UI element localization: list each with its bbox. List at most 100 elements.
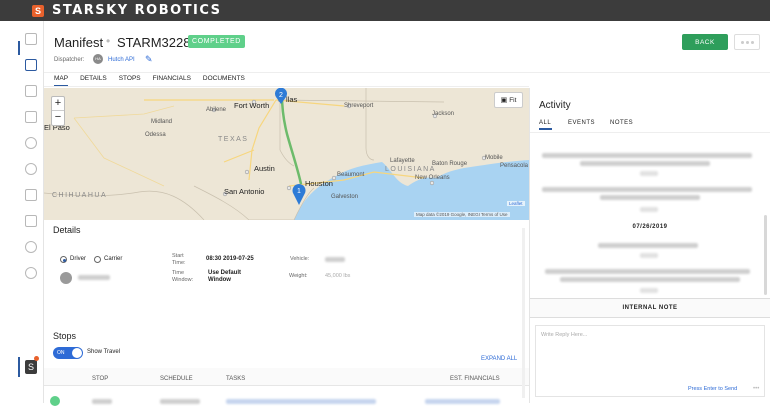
activity-entry-2-line-1 [542, 187, 752, 192]
expand-all-link[interactable]: EXPAND ALL [481, 356, 517, 362]
map-label-san-antonio: San Antonio [224, 187, 265, 196]
user-avatar-icon[interactable]: S [25, 360, 37, 374]
activity-entry-3-time [640, 253, 658, 258]
map-marker-1[interactable]: 1 [292, 183, 306, 205]
activity-scrollbar[interactable] [764, 215, 767, 295]
activity-tab-events[interactable]: EVENTS [568, 120, 595, 126]
map-zoom-control: + − [51, 96, 65, 126]
marker-1-label: 1 [297, 188, 301, 195]
driver-label: Driver [70, 256, 86, 262]
send-hint: Press Enter to Send [688, 386, 738, 392]
col-stop: STOP [92, 376, 109, 382]
activity-entry-3-line-1 [598, 243, 698, 248]
chart-icon[interactable] [25, 215, 37, 227]
time-window-value: Use Default Window [208, 270, 242, 283]
tab-details[interactable]: DETAILS [80, 75, 107, 86]
map-label-beaumont: Beaumont [337, 172, 365, 178]
map-label-abilene: Abilene [206, 107, 227, 113]
activity-entry-2-line-2 [600, 195, 700, 200]
map-label-lafayette: Lafayette [390, 158, 415, 164]
clipboard-icon[interactable] [25, 33, 37, 45]
map-marker-2[interactable]: 2 [274, 88, 288, 104]
toggle-on-label: ON [57, 350, 65, 356]
note-options-icon[interactable]: ••• [753, 386, 759, 392]
gear-icon[interactable] [25, 267, 37, 279]
map-label-pensacola: Pensacola [500, 163, 529, 169]
activity-tab-notes[interactable]: NOTES [610, 120, 633, 126]
map-label-chihuahua: CHIHUAHUA [52, 192, 108, 199]
weight-value: 45,000 lbs [325, 273, 351, 279]
leaflet-link[interactable]: Leaflet [507, 201, 525, 206]
route-map[interactable] [44, 88, 529, 220]
stops-heading: Stops [53, 331, 77, 341]
globe-icon[interactable] [25, 163, 37, 175]
truck-icon[interactable] [25, 189, 37, 201]
back-button[interactable]: BACK [682, 34, 728, 50]
file-icon[interactable] [25, 111, 37, 123]
internal-note-placeholder: Write Reply Here... [541, 332, 588, 338]
map-label-austin: Austin [254, 164, 275, 173]
active-indicator [18, 41, 20, 55]
zoom-out-button[interactable]: − [52, 111, 64, 125]
map-attribution[interactable]: Map data ©2019 Google, INEGI Terms of Us… [414, 212, 510, 217]
tasks-row-blur [226, 399, 376, 404]
map-label-texas: TEXAS [218, 136, 249, 143]
document-icon[interactable] [25, 85, 37, 97]
activity-entry-2-time [640, 207, 658, 212]
zoom-in-button[interactable]: + [52, 97, 64, 111]
map-label-shreveport: Shreveport [344, 103, 374, 109]
marker-2-label: 2 [279, 92, 283, 99]
activity-entry-4-line-2 [560, 277, 740, 282]
tab-documents[interactable]: DOCUMENTS [203, 75, 245, 86]
dispatcher-name[interactable]: Hutch API [108, 57, 135, 63]
map-label-midland: Midland [151, 119, 173, 125]
bottom-indicator [18, 357, 20, 377]
carrier-label: Carrier [104, 256, 123, 262]
time-window-label: Time Window: [172, 270, 194, 283]
status-badge: COMPLETED [188, 35, 245, 48]
settings-icon[interactable] [25, 241, 37, 253]
map-fit-button[interactable]: ▣ Fit [494, 92, 523, 108]
activity-entry-1-line-2 [580, 161, 710, 166]
tab-stops[interactable]: STOPS [119, 75, 141, 86]
map-label-louisiana: LOUISIANA [385, 166, 436, 173]
brand-name: STARSKY ROBOTICS [52, 3, 222, 18]
activity-entry-4-line-1 [545, 269, 750, 274]
details-heading: Details [53, 225, 81, 235]
tabs-divider [44, 86, 529, 87]
driver-name-blurred [78, 275, 110, 280]
fit-label: Fit [509, 96, 517, 104]
stop-row-blur [92, 399, 112, 404]
tab-financials[interactable]: FINANCIALS [153, 75, 191, 86]
col-schedule: SCHEDULE [160, 376, 193, 382]
dispatcher-avatar: HA [93, 54, 103, 64]
activity-tab-all[interactable]: ALL [539, 120, 551, 126]
col-tasks: TASKS [226, 376, 246, 382]
carrier-radio[interactable] [94, 256, 101, 263]
activity-title: Activity [539, 100, 571, 111]
tab-map[interactable]: MAP [54, 75, 69, 86]
left-scrollbar[interactable] [522, 228, 525, 398]
map-label-mobile: Mobile [485, 155, 503, 161]
financials-row-blur [425, 399, 500, 404]
col-est-financials: EST. FINANCIALS [450, 376, 500, 382]
driver-radio[interactable] [60, 256, 67, 263]
starsky-logo-icon[interactable]: S [32, 4, 44, 17]
show-travel-toggle[interactable]: ON [53, 347, 83, 359]
map-label-jackson: Jackson [432, 111, 455, 117]
fit-icon: ▣ [500, 97, 508, 104]
start-time-value: 08:30 2019-07-25 [206, 256, 254, 262]
activity-tab-indicator [539, 128, 552, 130]
activity-divider [530, 132, 770, 133]
map-label-baton-rouge: Baton Rouge [432, 161, 468, 167]
more-options-button[interactable] [734, 34, 760, 50]
map-label-houston: Houston [305, 179, 333, 188]
manifest-nav-icon[interactable] [25, 59, 37, 71]
edit-pencil-icon[interactable]: ✎ [145, 54, 153, 65]
stop-status-dot [50, 396, 60, 406]
manifest-id: STARM3228 [117, 35, 191, 50]
map-graphics [44, 88, 529, 220]
users-icon[interactable] [25, 137, 37, 149]
sidebar [0, 21, 44, 403]
page-title: Manifest [54, 35, 104, 50]
